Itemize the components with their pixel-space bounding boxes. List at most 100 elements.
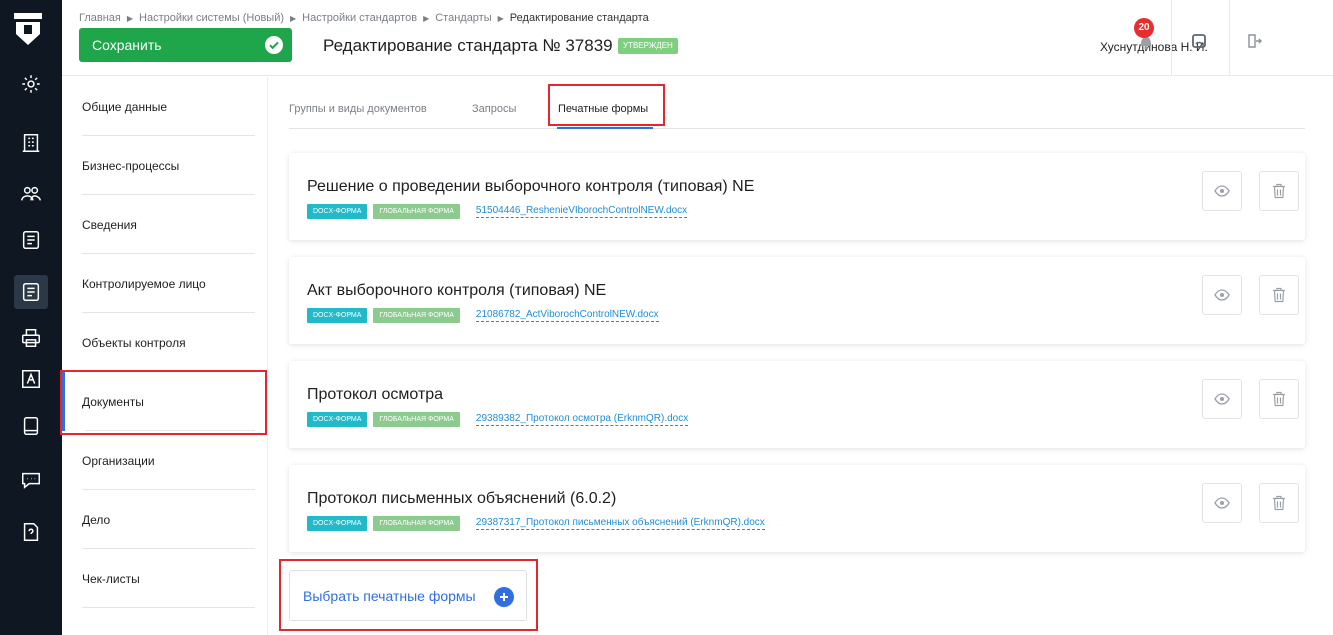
global-form-tag: ГЛОБАЛЬНАЯ ФОРМА [373, 308, 460, 323]
tab-document-groups[interactable]: Группы и виды документов [289, 103, 427, 115]
menu-item-label: Дело [82, 512, 111, 527]
global-form-tag: ГЛОБАЛЬНАЯ ФОРМА [373, 204, 460, 219]
print-form-card: Протокол письменных объяснений (6.0.2) D… [289, 465, 1305, 552]
users-icon[interactable] [18, 181, 44, 207]
logout-icon[interactable] [1243, 30, 1265, 52]
menu-item-label: Объекты контроля [82, 335, 186, 350]
breadcrumb-separator-icon: ▶ [126, 14, 134, 23]
trash-icon [1273, 495, 1285, 511]
menu-item-organizations[interactable]: Организации [62, 431, 267, 490]
menu-item-control-objects[interactable]: Объекты контроля [62, 313, 267, 372]
menu-item-documents[interactable]: Документы [62, 372, 267, 431]
preview-button[interactable] [1202, 275, 1242, 315]
app-rail [0, 0, 62, 635]
notification-count-badge: 20 [1134, 18, 1154, 38]
eye-icon [1214, 393, 1230, 405]
breadcrumb: Главная ▶ Настройки системы (Новый) ▶ Настро… [79, 12, 649, 24]
save-button-label: Сохранить [92, 37, 162, 53]
menu-item-checklists[interactable]: Чек-листы [62, 549, 267, 608]
save-button[interactable]: Сохранить [79, 28, 292, 62]
global-form-tag: ГЛОБАЛЬНАЯ ФОРМА [373, 516, 460, 531]
delete-button[interactable] [1259, 483, 1299, 523]
preview-button[interactable] [1202, 379, 1242, 419]
tab-print-forms[interactable]: Печатные формы [558, 103, 648, 115]
eye-icon [1214, 185, 1230, 197]
docx-form-tag: DOCX-ФОРМА [307, 308, 368, 323]
header-divider [1229, 0, 1230, 76]
plus-icon [494, 587, 514, 607]
help-document-icon[interactable] [18, 519, 44, 545]
print-form-card: Акт выборочного контроля (типовая) NE DO… [289, 257, 1305, 344]
breadcrumb-separator-icon: ▶ [290, 14, 297, 23]
book-icon[interactable] [18, 413, 44, 439]
header-divider [1171, 0, 1172, 76]
menu-divider [82, 607, 255, 608]
breadcrumb-current: Редактирование стандарта [509, 12, 649, 24]
profile-icon[interactable] [1188, 30, 1210, 52]
delete-button[interactable] [1259, 171, 1299, 211]
print-form-title: Решение о проведении выборочного контрол… [307, 178, 755, 195]
header: Главная ▶ Настройки системы (Новый) ▶ Настро… [62, 0, 1333, 76]
settings-icon[interactable] [18, 71, 44, 97]
menu-item-label: Документы [82, 394, 144, 409]
breadcrumb-separator-icon: ▶ [423, 14, 430, 23]
document-active-icon[interactable] [14, 275, 48, 309]
docx-form-tag: DOCX-ФОРМА [307, 516, 368, 531]
delete-button[interactable] [1259, 275, 1299, 315]
document-icon[interactable] [18, 227, 44, 253]
breadcrumb-item[interactable]: Настройки системы (Новый) [139, 12, 284, 24]
print-form-tags: DOCX-ФОРМА ГЛОБАЛЬНАЯ ФОРМА 29389382_Про… [307, 412, 689, 427]
menu-item-general[interactable]: Общие данные [62, 77, 267, 136]
breadcrumb-item[interactable]: Главная [79, 12, 121, 24]
breadcrumb-item[interactable]: Стандарты [435, 12, 491, 24]
chat-icon[interactable] [18, 467, 44, 493]
menu-border [267, 77, 268, 635]
check-icon [265, 36, 283, 54]
print-form-card: Решение о проведении выборочного контрол… [289, 153, 1305, 240]
breadcrumb-separator-icon: ▶ [497, 14, 504, 23]
menu-item-label: Контролируемое лицо [82, 276, 206, 291]
select-print-forms-button[interactable]: Выбрать печатные формы [289, 570, 527, 621]
template-icon[interactable] [18, 366, 44, 392]
print-icon[interactable] [18, 325, 44, 351]
print-form-title: Акт выборочного контроля (типовая) NE [307, 282, 607, 299]
section-menu: Общие данные Бизнес-процессы Сведения Ко… [62, 77, 267, 635]
breadcrumb-item[interactable]: Настройки стандартов [302, 12, 417, 24]
page-title: Редактирование стандарта № 37839 [323, 36, 613, 55]
docx-form-tag: DOCX-ФОРМА [307, 204, 368, 219]
menu-item-case[interactable]: Дело [62, 490, 267, 549]
eye-icon [1214, 289, 1230, 301]
trash-icon [1273, 183, 1285, 199]
status-badge: УТВЕРЖДЕН [618, 38, 678, 54]
delete-button[interactable] [1259, 379, 1299, 419]
print-form-tags: DOCX-ФОРМА ГЛОБАЛЬНАЯ ФОРМА 29387317_Про… [307, 516, 765, 531]
active-tab-indicator [557, 127, 653, 129]
menu-item-label: Организации [82, 453, 155, 468]
docx-form-tag: DOCX-ФОРМА [307, 412, 368, 427]
preview-button[interactable] [1202, 171, 1242, 211]
trash-icon [1273, 287, 1285, 303]
file-link[interactable]: 29389382_Протокол осмотра (ErknmQR).docx [475, 413, 689, 426]
global-form-tag: ГЛОБАЛЬНАЯ ФОРМА [373, 412, 460, 427]
print-form-title: Протокол осмотра [307, 386, 444, 403]
file-link[interactable]: 29387317_Протокол письменных объяснений … [475, 517, 765, 530]
tab-requests[interactable]: Запросы [472, 103, 516, 115]
building-icon[interactable] [18, 130, 44, 156]
print-form-tags: DOCX-ФОРМА ГЛОБАЛЬНАЯ ФОРМА 21086782_Act… [307, 308, 659, 323]
menu-item-controlled-person[interactable]: Контролируемое лицо [62, 254, 267, 313]
file-link[interactable]: 21086782_ActViborochControlNEW.docx [475, 309, 659, 322]
menu-item-label: Сведения [82, 217, 137, 232]
logo-icon [14, 13, 42, 45]
menu-item-business-processes[interactable]: Бизнес-процессы [62, 136, 267, 195]
menu-item-info[interactable]: Сведения [62, 195, 267, 254]
file-link[interactable]: 51504446_ResheniеVIborochControlNEW.docx [475, 205, 688, 218]
preview-button[interactable] [1202, 483, 1242, 523]
menu-item-label: Общие данные [82, 99, 168, 114]
menu-item-label: Чек-листы [82, 571, 140, 586]
print-form-title: Протокол письменных объяснений (6.0.2) [307, 490, 617, 507]
tabs: Группы и виды документов Запросы Печатны… [289, 77, 1305, 129]
eye-icon [1214, 497, 1230, 509]
trash-icon [1273, 391, 1285, 407]
menu-item-label: Бизнес-процессы [82, 158, 180, 173]
print-form-card: Протокол осмотра DOCX-ФОРМА ГЛОБАЛЬНАЯ Ф… [289, 361, 1305, 448]
